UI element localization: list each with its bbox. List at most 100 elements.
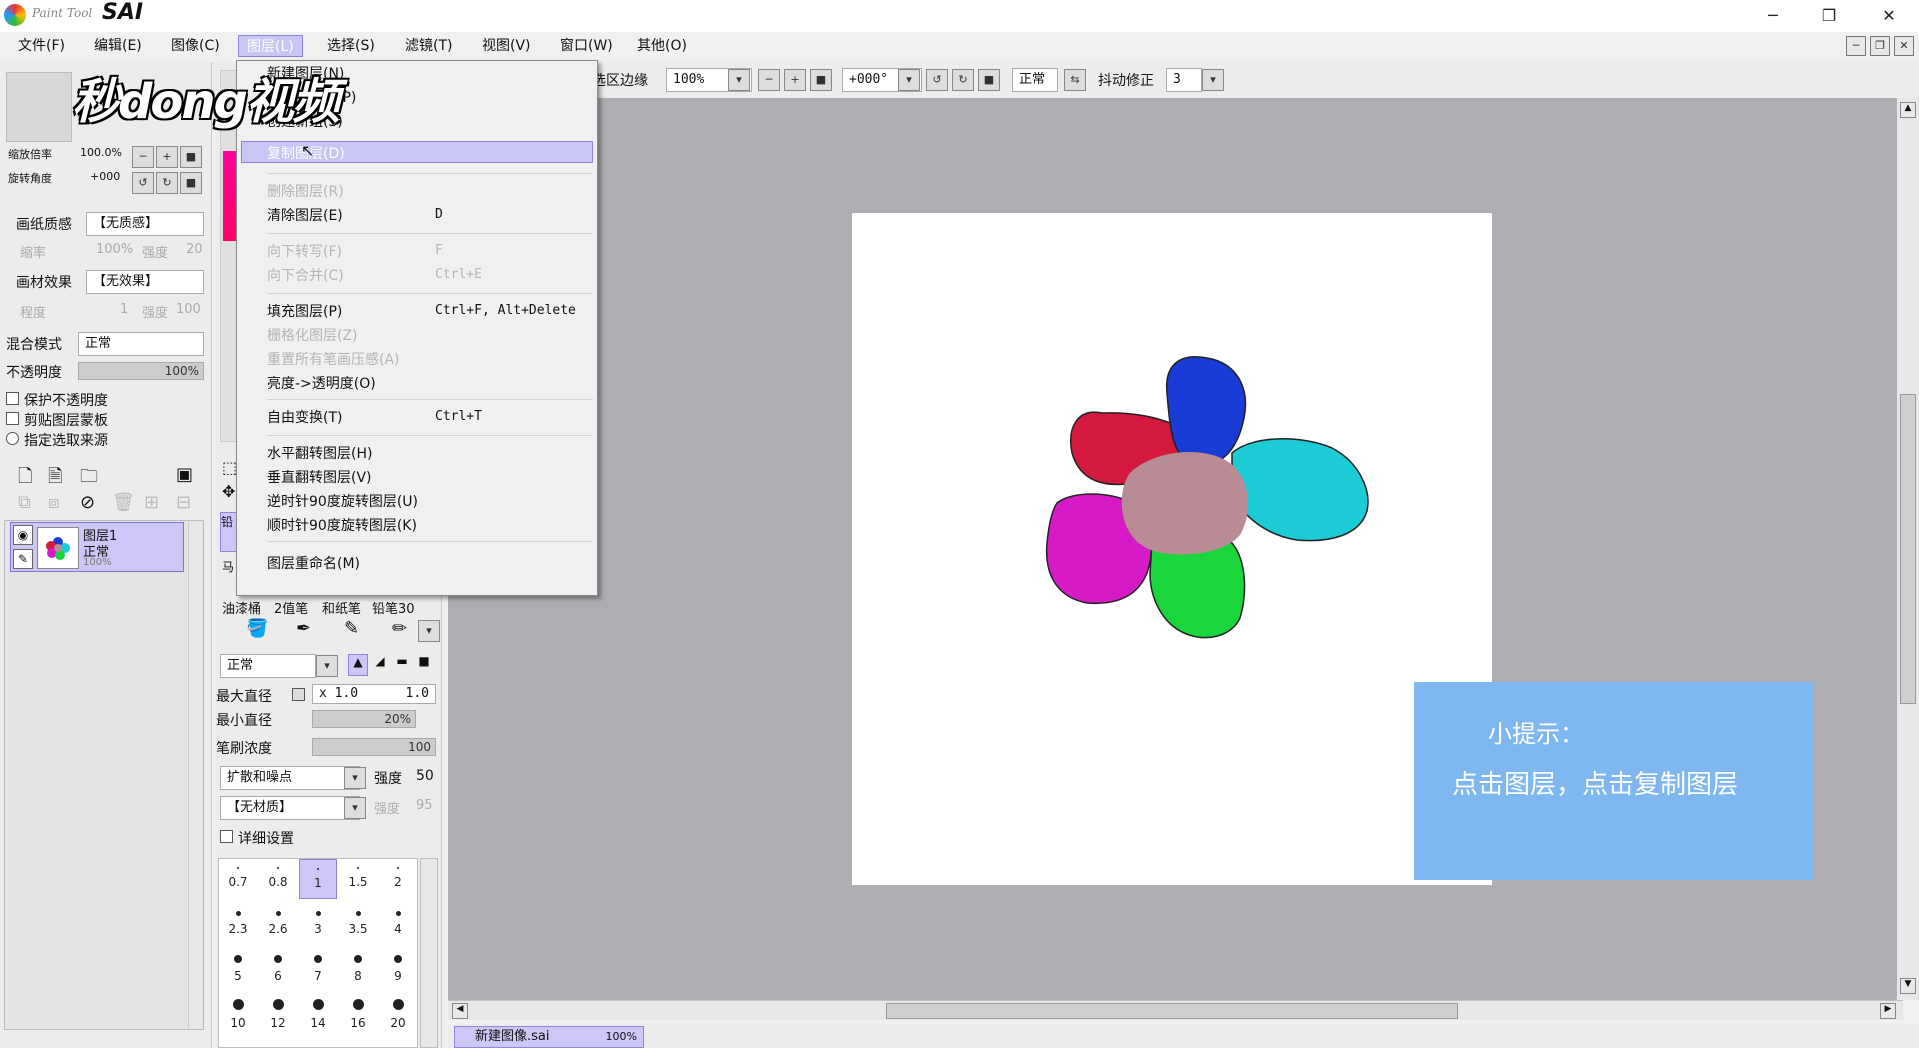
mdi-restore-button[interactable]: ❐: [1870, 36, 1890, 56]
rotate-ccw-icon[interactable]: ↺: [926, 69, 948, 91]
layer-row-1[interactable]: ◉ ✎ 图层1 正常 100%: [10, 522, 184, 572]
menu-item-rasterize[interactable]: 栅格化图层(Z): [267, 325, 358, 345]
brush-size-cell[interactable]: 12: [259, 991, 297, 1031]
rotate-reset-icon[interactable]: ■: [978, 69, 1000, 91]
brush-shape-buttons[interactable]: ▲ ◢ ▬ ■: [348, 654, 438, 678]
scroll-left-icon[interactable]: ◀: [452, 1003, 468, 1019]
menu-item-flip-vertical[interactable]: 垂直翻转图层(V): [267, 467, 372, 487]
pencil-icon[interactable]: ✏: [392, 618, 407, 639]
zoom-dropdown-icon[interactable]: ▾: [728, 69, 750, 91]
shape-round-icon[interactable]: ▬: [392, 654, 412, 676]
brush-scroll-icon[interactable]: ▾: [418, 620, 440, 642]
mdi-close-button[interactable]: ✕: [1894, 36, 1914, 56]
apply-mask-icon[interactable]: ⊞: [144, 492, 159, 513]
brush-binary[interactable]: 2值笔: [274, 598, 308, 617]
clipping-mask-checkbox[interactable]: [6, 412, 19, 425]
brush-size-cell[interactable]: 7: [299, 947, 337, 987]
rotate-cw-icon[interactable]: ↻: [952, 69, 974, 91]
menu-window[interactable]: 窗口(W): [552, 35, 621, 57]
delete-mask-icon[interactable]: ⊟: [176, 492, 191, 513]
menu-view[interactable]: 视图(V): [474, 35, 539, 57]
brush-pencil30[interactable]: 铅笔30: [372, 598, 415, 617]
blend-select[interactable]: 正常: [1012, 68, 1058, 92]
menu-item-delete-layer[interactable]: 删除图层(R): [267, 181, 344, 201]
shape-soft-icon[interactable]: ◢: [370, 654, 390, 676]
flip-view-icon[interactable]: ⇆: [1064, 69, 1086, 91]
menu-edit[interactable]: 编辑(E): [86, 35, 150, 57]
brush-size-cell[interactable]: 1: [299, 859, 337, 899]
brush-size-scrollbar[interactable]: [420, 858, 438, 1048]
advanced-settings-checkbox[interactable]: [220, 830, 233, 843]
zoom-in-icon[interactable]: +: [784, 69, 806, 91]
mdi-minimize-button[interactable]: ─: [1846, 36, 1866, 56]
brush-size-cell[interactable]: 2: [379, 859, 417, 899]
density-slider[interactable]: 100: [312, 738, 436, 756]
nav-rotate-reset-icon[interactable]: ■: [180, 172, 202, 194]
new-layer-icon[interactable]: 🗋: [18, 464, 32, 494]
brush-shape-select[interactable]: 扩散和噪点: [220, 766, 360, 790]
brush-blend-select[interactable]: 正常: [220, 654, 316, 678]
vertical-scroll-thumb[interactable]: [1900, 394, 1916, 704]
nav-rotate-cw-icon[interactable]: ↻: [156, 172, 178, 194]
layer-list-scrollbar[interactable]: [188, 522, 202, 1028]
rotation-dropdown-icon[interactable]: ▾: [898, 69, 920, 91]
stabilizer-select[interactable]: 3: [1166, 68, 1202, 92]
move-tool-icon[interactable]: ✥: [222, 482, 235, 501]
eye-icon[interactable]: ◉: [13, 525, 33, 545]
document-tab[interactable]: 新建图像.sai 100%: [454, 1026, 644, 1048]
brush-size-cell[interactable]: 0.7: [219, 859, 257, 899]
zoom-out-icon[interactable]: ─: [758, 69, 780, 91]
navigator-preview[interactable]: [6, 72, 72, 142]
menu-file[interactable]: 文件(F): [10, 35, 73, 57]
selection-tool-icon[interactable]: ⬚: [222, 458, 237, 477]
canvas-horizontal-scrollbar[interactable]: ◀ ▶: [448, 1000, 1903, 1020]
brush-size-cell[interactable]: 3: [299, 903, 337, 943]
canvas-vertical-scrollbar[interactable]: ▲ ▼: [1897, 98, 1919, 1000]
scroll-up-icon[interactable]: ▲: [1900, 102, 1916, 118]
menu-item-reset-pressure[interactable]: 重置所有笔画压感(A): [267, 349, 400, 369]
brush-texture-dropdown-icon[interactable]: ▾: [344, 797, 366, 819]
scroll-down-icon[interactable]: ▼: [1900, 978, 1916, 994]
menu-item-clear-layer[interactable]: 清除图层(E): [267, 205, 343, 225]
menu-layer[interactable]: 图层(L): [238, 35, 303, 57]
clear-layer-icon[interactable]: ⊘: [80, 492, 95, 513]
menu-item-rename-layer[interactable]: 图层重命名(M): [267, 553, 360, 573]
brush-lock-icon[interactable]: ✎: [13, 549, 33, 569]
brush-size-cell[interactable]: 16: [339, 991, 377, 1031]
brush-size-cell[interactable]: 0.8: [259, 859, 297, 899]
blend-mode-select[interactable]: 正常: [78, 332, 204, 356]
nav-zoom-in-icon[interactable]: +: [156, 146, 178, 168]
scroll-right-icon[interactable]: ▶: [1880, 1003, 1896, 1019]
brush-size-cell[interactable]: 3.5: [339, 903, 377, 943]
menu-image[interactable]: 图像(C): [163, 35, 228, 57]
brush-size-cell[interactable]: 4: [379, 903, 417, 943]
tool-tab-marker[interactable]: 马: [222, 558, 234, 575]
brush-washi[interactable]: 和纸笔: [322, 598, 361, 617]
drawing-canvas[interactable]: [852, 213, 1492, 885]
paper-texture-select[interactable]: 【无质感】: [86, 212, 204, 236]
brush-size-cell[interactable]: 9: [379, 947, 417, 987]
material-effect-select[interactable]: 【无效果】: [86, 270, 204, 294]
selection-source-radio[interactable]: [6, 432, 19, 445]
close-button[interactable]: ✕: [1866, 0, 1912, 30]
menu-item-transfer-down[interactable]: 向下转写(F): [267, 241, 342, 261]
menu-item-free-transform[interactable]: 自由变换(T): [267, 407, 342, 427]
nav-rotate-ccw-icon[interactable]: ↺: [132, 172, 154, 194]
menu-item-flip-horizontal[interactable]: 水平翻转图层(H): [267, 443, 372, 463]
nav-zoom-out-icon[interactable]: ─: [132, 146, 154, 168]
shape-flat-icon[interactable]: ■: [414, 654, 434, 676]
new-folder-icon[interactable]: 🗀: [80, 464, 98, 494]
brush-size-cell[interactable]: 2.6: [259, 903, 297, 943]
new-linework-layer-icon[interactable]: 🗎: [48, 464, 62, 494]
zoom-reset-icon[interactable]: ■: [810, 69, 832, 91]
brush-texture-select[interactable]: 【无材质】: [220, 796, 360, 820]
brush-size-cell[interactable]: 8: [339, 947, 377, 987]
brush-bucket[interactable]: 油漆桶: [222, 598, 261, 617]
menu-select[interactable]: 选择(S): [319, 35, 383, 57]
protect-opacity-checkbox[interactable]: [6, 392, 19, 405]
brush-size-cell[interactable]: 14: [299, 991, 337, 1031]
shape-sharp-icon[interactable]: ▲: [348, 654, 368, 676]
delete-layer-icon[interactable]: 🗑: [112, 492, 135, 513]
copy-down-icon[interactable]: ⧉: [18, 492, 31, 513]
menu-item-luminance-to-opacity[interactable]: 亮度->透明度(O): [267, 373, 376, 393]
